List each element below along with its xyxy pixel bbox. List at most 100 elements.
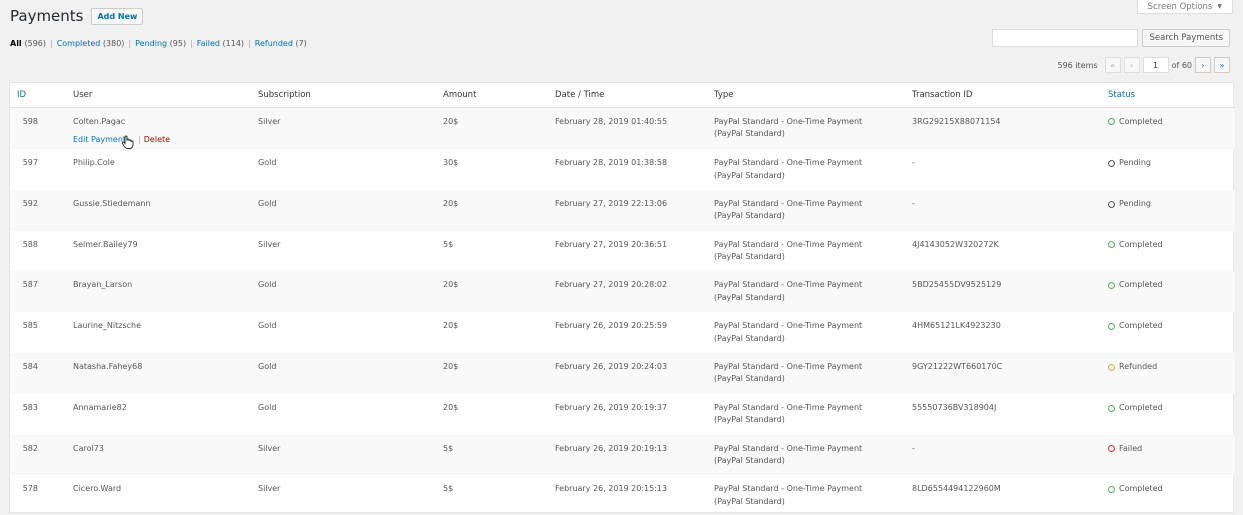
column-type: Type	[707, 83, 905, 108]
cell-date-time: February 27, 2019 22:13:06	[555, 198, 668, 208]
table-row[interactable]: 598 Colten.Pagac Edit Payment | Delete Silver…	[10, 107, 1235, 149]
cell-id: 587	[22, 280, 38, 290]
cell-amount: 20$	[443, 198, 459, 208]
cell-date-time: February 26, 2019 20:19:37	[555, 402, 668, 412]
status-label: Completed	[1119, 280, 1163, 290]
filter-separator: |	[50, 39, 53, 48]
filter-pending-count: (95)	[169, 39, 187, 48]
type-line-1: PayPal Standard - One-Time Payment	[714, 239, 863, 249]
cell-status: Pending	[1101, 149, 1235, 190]
status-ring-icon	[1108, 486, 1115, 494]
table-row[interactable]: 597 Philip.Cole Gold 30$ February 28, 2019 0…	[10, 149, 1235, 190]
filter-all-count: (596)	[24, 39, 46, 48]
column-transaction-id: Transaction ID	[905, 83, 1101, 108]
cell-status: Completed	[1101, 107, 1235, 149]
type-line-2: (PayPal Standard)	[714, 456, 785, 466]
cell-subscription: Silver	[258, 116, 281, 126]
table-row[interactable]: 583 Annamarie82 Gold 20$ February 26, 2019 2…	[10, 394, 1235, 435]
user-link[interactable]: Carol73	[73, 443, 251, 456]
cell-user: Cicero.Ward	[66, 475, 251, 515]
cell-status: Pending	[1101, 190, 1235, 231]
type-line-1: PayPal Standard - One-Time Payment	[714, 198, 863, 208]
last-page-button[interactable]: »	[1214, 57, 1230, 73]
status-label: Completed	[1119, 116, 1163, 126]
table-header: ID User Subscription Amount Date / Time …	[10, 83, 1235, 108]
table-row[interactable]: 587 Brayan_Larson Gold 20$ February 27, 2019…	[10, 271, 1235, 313]
filter-refunded[interactable]: Refunded (7)	[255, 39, 307, 48]
cell-type: PayPal Standard - One-Time Payment (PayPa…	[707, 190, 905, 231]
cell-id: 582	[22, 443, 38, 453]
cell-type: PayPal Standard - One-Time Payment (PayPa…	[707, 312, 905, 353]
first-page-button[interactable]: «	[1104, 57, 1121, 73]
edit-payment-link[interactable]: Edit Payment	[73, 134, 126, 147]
type-line-2: (PayPal Standard)	[714, 170, 785, 180]
cell-date-time: February 28, 2019 01:40:55	[555, 116, 668, 126]
filter-failed[interactable]: Failed (114)	[197, 39, 244, 48]
user-link[interactable]: Colten.Pagac	[73, 116, 251, 129]
type-line-1: PayPal Standard - One-Time Payment	[714, 443, 863, 453]
cell-transaction-id: 8LD6554494122960M	[912, 484, 1001, 494]
user-link[interactable]: Annamarie82	[73, 402, 251, 415]
cell-type: PayPal Standard - One-Time Payment (PayPa…	[707, 475, 905, 515]
status-label: Completed	[1119, 321, 1163, 331]
cell-transaction-id: -	[912, 443, 915, 453]
user-link[interactable]: Selmer.Bailey79	[73, 239, 251, 252]
filter-failed-count: (114)	[222, 39, 245, 48]
cell-transaction-id: -	[912, 158, 915, 167]
filter-all-label: All	[10, 39, 22, 48]
cell-user: Philip.Cole	[66, 149, 251, 190]
status-ring-icon	[1108, 322, 1115, 330]
type-line-1: PayPal Standard - One-Time Payment	[714, 321, 863, 331]
cell-status: Refunded	[1101, 353, 1235, 394]
cell-user: Brayan_Larson	[66, 271, 251, 312]
cell-status: Completed	[1101, 475, 1235, 515]
user-link[interactable]: Philip.Cole	[73, 157, 251, 170]
cell-subscription: Silver	[258, 443, 281, 453]
filter-refunded-label: Refunded	[254, 39, 293, 48]
type-line-2: (PayPal Standard)	[714, 129, 785, 138]
delete-payment-link[interactable]: Delete	[144, 134, 170, 147]
user-link[interactable]: Cicero.Ward	[73, 483, 251, 496]
table-row[interactable]: 584 Natasha.Fahey68 Gold 20$ February 26, 20…	[10, 352, 1235, 394]
table-row[interactable]: 588 Selmer.Bailey79 Silver 5$ February 27, 2…	[10, 231, 1235, 272]
cell-user: Selmer.Bailey79	[66, 231, 251, 272]
cell-type: PayPal Standard - One-Time Payment (PayPa…	[707, 394, 905, 435]
table-row[interactable]: 582 Carol73 Silver 5$ February 26, 2019 20:1…	[10, 434, 1235, 476]
cell-subscription: Gold	[258, 158, 277, 167]
search-payments-button[interactable]: Search Payments	[1142, 29, 1230, 47]
status-badge: Completed	[1108, 116, 1235, 129]
cell-user: Natasha.Fahey68	[66, 353, 251, 394]
table-row[interactable]: 578 Cicero.Ward Silver 5$ February 26, 2019 …	[10, 475, 1235, 515]
table-row[interactable]: 592 Gussie.Stiedemann Gold 20$ February 27, …	[10, 189, 1235, 231]
cell-user: Laurine_Nitzsche	[66, 312, 251, 353]
filter-all[interactable]: All (596)	[10, 39, 46, 48]
type-line-1: PayPal Standard - One-Time Payment	[714, 116, 863, 126]
prev-page-button[interactable]: ‹	[1123, 57, 1140, 73]
add-new-button[interactable]: Add New	[91, 7, 144, 25]
total-pages: of 60	[1171, 60, 1192, 70]
screen-options-button[interactable]: Screen Options ▼	[1136, 0, 1233, 14]
filter-completed[interactable]: Completed (380)	[57, 39, 125, 48]
type-line-2: (PayPal Standard)	[714, 252, 785, 262]
status-badge: Pending	[1108, 157, 1235, 170]
user-link[interactable]: Laurine_Nitzsche	[73, 320, 251, 333]
status-ring-icon	[1108, 282, 1115, 290]
search-input[interactable]	[992, 29, 1139, 47]
cell-amount: 5$	[443, 239, 454, 249]
cell-amount: 5$	[443, 484, 454, 494]
current-page-input[interactable]: 1	[1142, 57, 1169, 73]
user-link[interactable]: Brayan_Larson	[73, 279, 251, 292]
table-row[interactable]: 585 Laurine_Nitzsche Gold 20$ February 26, 2…	[10, 312, 1235, 353]
column-id[interactable]: ID	[10, 83, 66, 108]
next-page-button[interactable]: ›	[1195, 57, 1211, 73]
column-status[interactable]: Status	[1101, 83, 1235, 108]
user-link[interactable]: Natasha.Fahey68	[73, 361, 251, 374]
cell-amount: 20$	[443, 402, 459, 412]
cell-id: 578	[22, 484, 38, 494]
status-badge: Failed	[1108, 443, 1235, 456]
filter-pending[interactable]: Pending (95)	[135, 39, 186, 48]
status-ring-icon	[1108, 200, 1115, 208]
page-title: Payments	[10, 7, 84, 25]
user-link[interactable]: Gussie.Stiedemann	[73, 198, 251, 211]
filter-refunded-count: (7)	[295, 39, 307, 48]
